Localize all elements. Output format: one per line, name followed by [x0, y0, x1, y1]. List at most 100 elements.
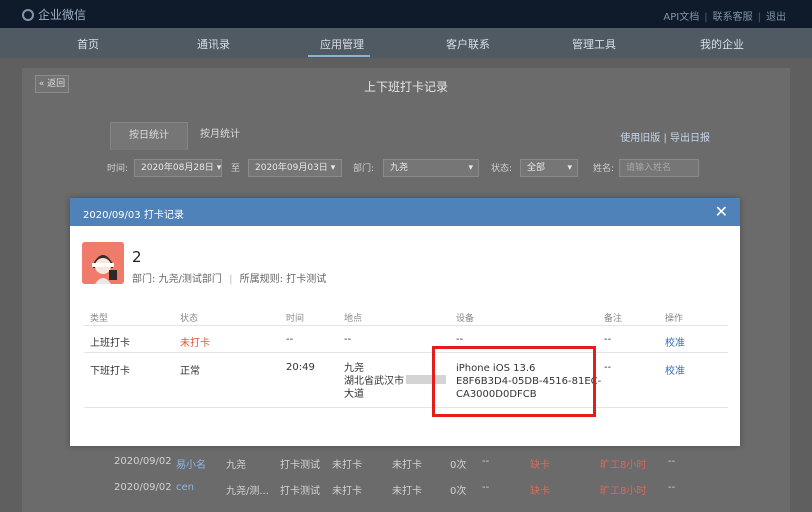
- device-highlight-box: [432, 346, 596, 417]
- location-line: 大道: [344, 389, 364, 400]
- stats-tabs: 按日统计 按月统计 使用旧版 | 导出日报: [110, 122, 710, 150]
- location-city: 湖北省武汉市: [344, 376, 404, 387]
- nav-active-indicator: [308, 55, 370, 57]
- col-type: 类型: [90, 314, 109, 324]
- dept-value: 九尧: [390, 163, 409, 173]
- top-bar: 企业微信 API文档 | 联系客服 | 退出: [0, 0, 812, 28]
- table-row[interactable]: 2020/09/02 cen 九尧/测... 打卡测试 未打卡 未打卡 0次 -…: [110, 476, 710, 500]
- avatar: [82, 242, 124, 284]
- status-select[interactable]: 全部 ▾: [520, 159, 578, 177]
- col-device: 设备: [456, 314, 475, 324]
- row-time: --: [286, 334, 294, 345]
- contact-support-link[interactable]: 联系客服: [713, 12, 753, 23]
- dept-select[interactable]: 九尧 ▾: [383, 159, 479, 177]
- col-note: 备注: [604, 314, 623, 324]
- table-row: 下班打卡 正常 20:49 九尧 湖北省武汉市 大道 iPhone iOS 13…: [84, 353, 728, 408]
- modal-title: 2020/09/03 打卡记录: [83, 210, 184, 221]
- row-note: --: [604, 334, 612, 345]
- row-dash: --: [668, 482, 676, 493]
- logout-link[interactable]: 退出: [766, 12, 786, 23]
- row-time: 20:49: [286, 362, 315, 373]
- row-count: 0次: [450, 486, 467, 497]
- col-status: 状态: [180, 314, 199, 324]
- close-icon[interactable]: ✕: [715, 202, 728, 221]
- wecom-logo-icon: [22, 8, 34, 21]
- user-info-separator: |: [229, 274, 233, 285]
- row-status: 正常: [180, 366, 200, 377]
- start-date-select[interactable]: 2020年08月28日 ▾: [134, 159, 222, 177]
- chevron-down-icon: ▾: [216, 163, 222, 173]
- start-date-value: 2020年08月28日: [141, 163, 214, 173]
- chevron-down-icon: ▾: [330, 163, 336, 173]
- row-rule: 打卡测试: [280, 486, 320, 497]
- end-date-value: 2020年09月03日: [255, 163, 328, 173]
- nav-my-enterprise[interactable]: 我的企业: [700, 36, 744, 52]
- nav-app-management[interactable]: 应用管理: [320, 36, 364, 52]
- end-date-select[interactable]: 2020年09月03日 ▾: [248, 159, 342, 177]
- location-line: 湖北省武汉市: [344, 375, 446, 388]
- separator: |: [704, 12, 708, 23]
- status-value: 全部: [527, 163, 546, 173]
- row-name[interactable]: cen: [176, 482, 194, 493]
- nav-home[interactable]: 首页: [77, 36, 99, 52]
- to-label: 至: [231, 164, 241, 174]
- row-note: --: [604, 362, 612, 373]
- tab-monthly[interactable]: 按月统计: [200, 122, 240, 150]
- calibrate-link[interactable]: 校准: [665, 334, 685, 349]
- time-label: 时间:: [107, 164, 129, 174]
- use-old-version-link[interactable]: 使用旧版: [620, 133, 660, 144]
- nav-contacts[interactable]: 通讯录: [197, 36, 230, 52]
- checkin-record-modal: 2020/09/03 打卡记录 ✕ 2 部门: 九尧/测试部门 | 所属规则: …: [70, 198, 740, 446]
- row-type: 上班打卡: [90, 338, 130, 349]
- nav-management-tools[interactable]: 管理工具: [572, 36, 616, 52]
- app-title: 企业微信: [38, 8, 87, 22]
- row-device: --: [456, 334, 464, 345]
- tab-daily[interactable]: 按日统计: [110, 122, 188, 150]
- calibrate-link[interactable]: 校准: [665, 362, 685, 377]
- user-rule: 所属规则: 打卡测试: [239, 274, 327, 285]
- row-lack: 缺卡: [530, 486, 550, 497]
- row-in: 未打卡: [332, 486, 362, 497]
- user-dept: 部门: 九尧/测试部门: [132, 274, 222, 285]
- row-lack: 缺卡: [530, 460, 550, 471]
- row-out: 未打卡: [392, 486, 422, 497]
- row-date: 2020/09/02: [114, 456, 172, 467]
- row-dept: 九尧/测...: [226, 486, 269, 497]
- api-docs-link[interactable]: API文档: [663, 12, 699, 23]
- col-time: 时间: [286, 314, 305, 324]
- row-location: --: [344, 334, 352, 345]
- location-line: 九尧: [344, 363, 364, 374]
- page-title: 上下班打卡记录: [363, 80, 448, 94]
- row-dash: --: [668, 456, 676, 467]
- row-absent: 旷工8小时: [600, 460, 647, 471]
- row-dash: --: [482, 482, 490, 493]
- row-count: 0次: [450, 460, 467, 471]
- table-row[interactable]: 2020/09/02 易小名 九尧 打卡测试 未打卡 未打卡 0次 -- 缺卡 …: [110, 450, 710, 474]
- top-links: API文档 | 联系客服 | 退出: [663, 8, 786, 23]
- modal-header: 2020/09/03 打卡记录 ✕: [70, 198, 740, 226]
- tab-right-links: 使用旧版 | 导出日报: [620, 129, 710, 144]
- row-location: 九尧 湖北省武汉市 大道: [344, 362, 446, 401]
- row-rule: 打卡测试: [280, 460, 320, 471]
- export-daily-link[interactable]: 导出日报: [670, 133, 710, 144]
- nav-customer-contact[interactable]: 客户联系: [446, 36, 490, 52]
- app-logo[interactable]: 企业微信: [22, 6, 86, 23]
- dept-label: 部门:: [353, 164, 375, 174]
- row-dash: --: [482, 456, 490, 467]
- row-name[interactable]: 易小名: [176, 456, 206, 471]
- chevron-down-icon: ▾: [567, 163, 572, 173]
- row-dept: 九尧: [226, 460, 246, 471]
- col-action: 操作: [665, 314, 684, 324]
- table-header: 类型 状态 时间 地点 设备 备注 操作: [84, 308, 728, 326]
- row-status: 未打卡: [180, 338, 210, 349]
- row-out: 未打卡: [392, 460, 422, 471]
- name-input[interactable]: 请输入姓名: [619, 159, 699, 177]
- col-location: 地点: [344, 314, 363, 324]
- user-name: 2: [132, 248, 142, 266]
- table-row: 上班打卡 未打卡 -- -- -- -- 校准: [84, 326, 728, 353]
- main-nav: 首页 通讯录 应用管理 客户联系 管理工具 我的企业: [0, 28, 812, 58]
- separator: |: [757, 12, 761, 23]
- row-absent: 旷工8小时: [600, 486, 647, 497]
- name-label: 姓名:: [593, 164, 615, 174]
- status-label: 状态:: [491, 164, 513, 174]
